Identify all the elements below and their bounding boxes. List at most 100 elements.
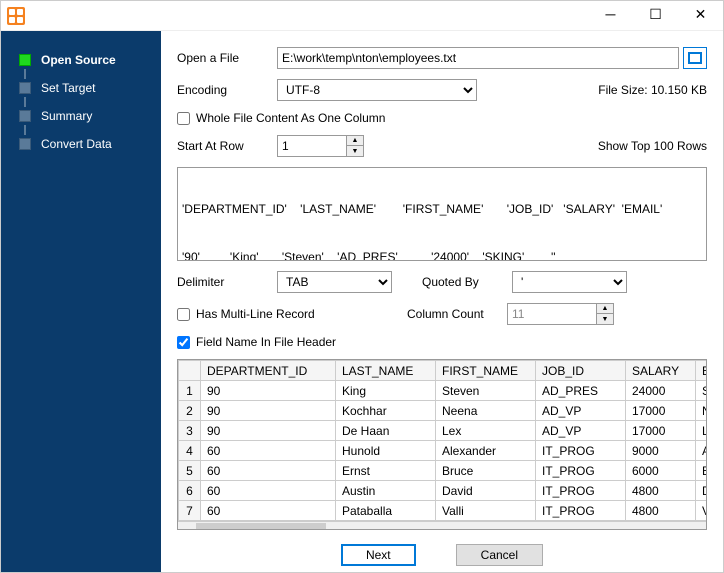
- delimiter-select[interactable]: TAB: [277, 271, 392, 293]
- step-label: Summary: [41, 109, 92, 123]
- table-cell[interactable]: David: [436, 481, 536, 501]
- table-cell[interactable]: 60: [201, 441, 336, 461]
- preview-table-wrap[interactable]: DEPARTMENT_ID LAST_NAME FIRST_NAME JOB_I…: [177, 359, 707, 530]
- table-cell[interactable]: 17000: [626, 421, 696, 441]
- open-file-label: Open a File: [177, 51, 277, 65]
- spinner-up-icon[interactable]: ▲: [347, 136, 363, 146]
- table-cell[interactable]: AD_VP: [536, 421, 626, 441]
- step-label: Set Target: [41, 81, 95, 95]
- col-header[interactable]: LAST_NAME: [336, 361, 436, 381]
- maximize-button[interactable]: ☐: [633, 1, 678, 31]
- table-cell[interactable]: Lex: [436, 421, 536, 441]
- table-cell[interactable]: 60: [201, 461, 336, 481]
- table-cell[interactable]: S: [696, 381, 708, 401]
- table-cell[interactable]: Hunold: [336, 441, 436, 461]
- table-cell[interactable]: Bruce: [436, 461, 536, 481]
- browse-button[interactable]: [683, 47, 707, 69]
- table-cell[interactable]: Ernst: [336, 461, 436, 481]
- start-row-input[interactable]: [277, 135, 347, 157]
- table-cell[interactable]: IT_PROG: [536, 501, 626, 521]
- table-row[interactable]: 760PataballaValliIT_PROG4800V: [179, 501, 708, 521]
- table-cell[interactable]: 90: [201, 381, 336, 401]
- field-header-checkbox[interactable]: [177, 336, 190, 349]
- col-header[interactable]: FIRST_NAME: [436, 361, 536, 381]
- step-indicator-icon: [19, 138, 31, 150]
- table-cell[interactable]: IT_PROG: [536, 441, 626, 461]
- table-cell[interactable]: De Haan: [336, 421, 436, 441]
- table-cell[interactable]: Steven: [436, 381, 536, 401]
- table-row[interactable]: 290KochharNeenaAD_VP17000N: [179, 401, 708, 421]
- table-cell[interactable]: Neena: [436, 401, 536, 421]
- table-cell[interactable]: 60: [201, 501, 336, 521]
- table-cell[interactable]: 90: [201, 401, 336, 421]
- table-cell[interactable]: King: [336, 381, 436, 401]
- table-cell[interactable]: 9000: [626, 441, 696, 461]
- table-cell[interactable]: Kochhar: [336, 401, 436, 421]
- table-cell[interactable]: 17000: [626, 401, 696, 421]
- encoding-label: Encoding: [177, 83, 277, 97]
- table-cell[interactable]: AD_PRES: [536, 381, 626, 401]
- raw-line: '90' 'King' 'Steven' 'AD_PRES' '24000' '…: [182, 248, 702, 261]
- cancel-button[interactable]: Cancel: [456, 544, 543, 566]
- minimize-button[interactable]: ─: [588, 1, 633, 31]
- table-cell[interactable]: A: [696, 441, 708, 461]
- table-cell[interactable]: L: [696, 421, 708, 441]
- start-row: Start At Row ▲ ▼ Show Top 100 Rows: [177, 135, 707, 157]
- row-number: 7: [179, 501, 201, 521]
- row-number: 5: [179, 461, 201, 481]
- row-number: 1: [179, 381, 201, 401]
- sidebar-step-open-source[interactable]: Open Source: [1, 45, 161, 75]
- table-cell[interactable]: B: [696, 461, 708, 481]
- table-cell[interactable]: 4800: [626, 481, 696, 501]
- multiline-row: Has Multi-Line Record Column Count ▲ ▼: [177, 303, 707, 325]
- table-row[interactable]: 390De HaanLexAD_VP17000L: [179, 421, 708, 441]
- table-cell[interactable]: 4800: [626, 501, 696, 521]
- table-row[interactable]: 660AustinDavidIT_PROG4800D: [179, 481, 708, 501]
- wizard-sidebar: Open Source Set Target Summary Convert D…: [1, 31, 161, 572]
- raw-preview-box[interactable]: 'DEPARTMENT_ID' 'LAST_NAME' 'FIRST_NAME'…: [177, 167, 707, 261]
- table-cell[interactable]: Alexander: [436, 441, 536, 461]
- multiline-checkbox[interactable]: [177, 308, 190, 321]
- spinner-down-icon[interactable]: ▼: [347, 146, 363, 156]
- whole-file-checkbox[interactable]: [177, 112, 190, 125]
- show-top-label: Show Top 100 Rows: [598, 139, 707, 153]
- table-cell[interactable]: AD_VP: [536, 401, 626, 421]
- table-cell[interactable]: N: [696, 401, 708, 421]
- sidebar-step-summary[interactable]: Summary: [1, 101, 161, 131]
- table-cell[interactable]: 60: [201, 481, 336, 501]
- close-button[interactable]: ✕: [678, 1, 723, 31]
- table-cell[interactable]: IT_PROG: [536, 481, 626, 501]
- whole-file-row: Whole File Content As One Column: [177, 111, 707, 125]
- table-cell[interactable]: IT_PROG: [536, 461, 626, 481]
- file-size-text: File Size: 10.150 KB: [598, 83, 707, 97]
- next-button[interactable]: Next: [341, 544, 416, 566]
- table-cell[interactable]: 90: [201, 421, 336, 441]
- encoding-row: Encoding UTF-8 File Size: 10.150 KB: [177, 79, 707, 101]
- sidebar-step-set-target[interactable]: Set Target: [1, 73, 161, 103]
- table-cell[interactable]: V: [696, 501, 708, 521]
- field-header-row: Field Name In File Header: [177, 335, 707, 349]
- table-row[interactable]: 460HunoldAlexanderIT_PROG9000A: [179, 441, 708, 461]
- col-header[interactable]: DEPARTMENT_ID: [201, 361, 336, 381]
- file-path-input[interactable]: [277, 47, 679, 69]
- table-cell[interactable]: D: [696, 481, 708, 501]
- col-header[interactable]: E: [696, 361, 708, 381]
- scrollbar-thumb[interactable]: [196, 523, 326, 530]
- quoted-by-select[interactable]: ': [512, 271, 627, 293]
- table-cell[interactable]: Valli: [436, 501, 536, 521]
- delimiter-row: Delimiter TAB Quoted By ': [177, 271, 707, 293]
- step-label: Convert Data: [41, 137, 112, 151]
- table-cell[interactable]: Austin: [336, 481, 436, 501]
- main-panel: Open a File Encoding UTF-8 File Size: 10…: [161, 31, 723, 572]
- col-header[interactable]: JOB_ID: [536, 361, 626, 381]
- table-cell[interactable]: 6000: [626, 461, 696, 481]
- sidebar-step-convert-data[interactable]: Convert Data: [1, 129, 161, 159]
- table-cell[interactable]: Pataballa: [336, 501, 436, 521]
- col-header[interactable]: SALARY: [626, 361, 696, 381]
- table-row[interactable]: 560ErnstBruceIT_PROG6000B: [179, 461, 708, 481]
- table-row[interactable]: 190KingStevenAD_PRES24000S: [179, 381, 708, 401]
- encoding-select[interactable]: UTF-8: [277, 79, 477, 101]
- horizontal-scrollbar[interactable]: [178, 521, 706, 530]
- table-cell[interactable]: 24000: [626, 381, 696, 401]
- row-number-header: [179, 361, 201, 381]
